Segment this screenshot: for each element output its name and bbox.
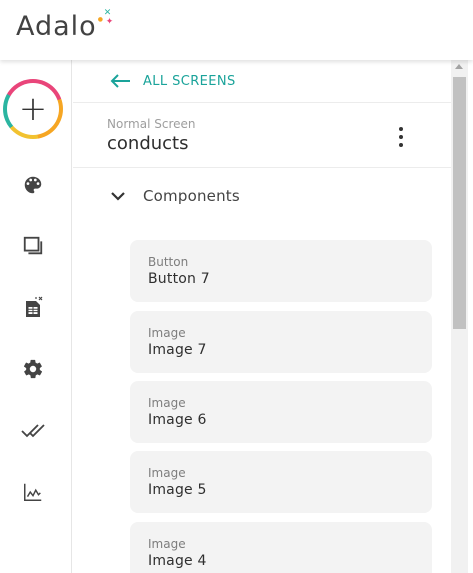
add-component-button[interactable]: + xyxy=(3,79,63,139)
component-name: Button 7 xyxy=(148,271,210,287)
component-name: Image 4 xyxy=(148,553,207,569)
analytics-icon[interactable] xyxy=(21,480,45,504)
component-type: Image xyxy=(148,326,186,340)
plus-icon: + xyxy=(7,83,59,135)
scroll-up-icon[interactable] xyxy=(455,64,463,69)
left-rail: + xyxy=(0,60,72,573)
panel-scrollbar[interactable] xyxy=(451,60,468,573)
components-toggle[interactable]: Components xyxy=(111,185,240,207)
components-label: Components xyxy=(143,187,240,205)
publish-icon[interactable] xyxy=(21,418,45,442)
component-type: Image xyxy=(148,466,186,480)
chevron-down-icon xyxy=(111,192,125,201)
more-options-icon[interactable] xyxy=(389,126,413,148)
component-card[interactable]: Image Image 6 xyxy=(130,381,432,443)
scroll-thumb[interactable] xyxy=(453,77,466,329)
component-type: Image xyxy=(148,537,186,551)
screen-name: conducts xyxy=(107,133,189,154)
database-icon[interactable] xyxy=(21,296,45,320)
screen-type-label: Normal Screen xyxy=(107,117,196,131)
logo-text: Adalo xyxy=(16,10,97,42)
component-type: Image xyxy=(148,396,186,410)
component-name: Image 6 xyxy=(148,412,207,428)
window-edge xyxy=(468,60,473,573)
adalo-logo[interactable]: Adalo ✕ ● ✦ xyxy=(16,6,114,46)
component-type: Button xyxy=(148,255,189,269)
divider xyxy=(73,102,451,103)
arrow-left-icon xyxy=(110,74,130,88)
screens-icon[interactable] xyxy=(21,234,45,258)
gear-icon[interactable] xyxy=(21,357,45,381)
component-name: Image 5 xyxy=(148,482,207,498)
component-card[interactable]: Image Image 7 xyxy=(130,311,432,373)
all-screens-link[interactable]: ALL SCREENS xyxy=(109,71,236,91)
screen-panel: ALL SCREENS Normal Screen conducts Compo… xyxy=(73,60,451,573)
sparkle-icon: ✕ ● ✦ xyxy=(97,8,114,27)
palette-icon[interactable] xyxy=(21,173,45,197)
divider xyxy=(73,167,451,168)
all-screens-label: ALL SCREENS xyxy=(143,73,236,89)
top-bar: Adalo ✕ ● ✦ xyxy=(0,0,473,60)
component-card[interactable]: Image Image 4 xyxy=(130,522,432,573)
component-name: Image 7 xyxy=(148,342,207,358)
component-card[interactable]: Button Button 7 xyxy=(130,240,432,302)
component-card[interactable]: Image Image 5 xyxy=(130,451,432,513)
